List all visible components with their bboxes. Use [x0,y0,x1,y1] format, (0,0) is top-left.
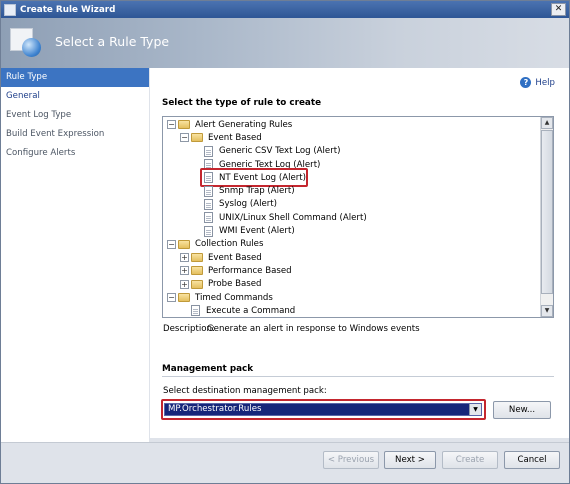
wizard-logo-icon [10,28,42,58]
window-app-icon [4,3,16,16]
tree-rows: − Alert Generating Rules − Event Based Gener… [163,118,541,317]
tree-row-label: WMI Event (Alert) [219,226,295,237]
tree-row[interactable]: − Collection Rules [163,238,541,251]
tree-row[interactable]: + Probe Based [163,278,541,291]
management-pack-selected-value: MP.Orchestrator.Rules [168,404,262,414]
tree-row[interactable]: + Event Based [163,251,541,264]
tree-row[interactable]: UNIX/Linux Shell Command (Alert) [163,211,541,224]
tree-row[interactable]: − Timed Commands [163,291,541,304]
expand-icon[interactable]: + [180,266,189,276]
nav-step-configure-alerts[interactable]: Configure Alerts [1,144,149,163]
new-management-pack-button[interactable]: New... [493,401,551,419]
collapse-icon[interactable]: − [180,133,189,143]
create-rule-wizard-window: Create Rule Wizard ✕ Select a Rule Type … [0,0,570,484]
cancel-button[interactable]: Cancel [504,451,560,469]
rule-document-icon [191,305,200,317]
folder-icon [191,133,203,143]
description-label: Description: [163,324,215,334]
tree-row[interactable]: Syslog (Alert) [163,198,541,211]
folder-icon [178,120,190,130]
help-link[interactable]: ? Help [520,77,555,88]
rule-type-section-title: Select the type of rule to create [162,98,322,108]
collapse-icon[interactable]: − [167,293,176,302]
expand-icon[interactable]: + [180,279,189,289]
tree-row-label: Syslog (Alert) [219,199,278,210]
rule-document-icon [204,225,213,237]
rule-document-icon [204,145,213,157]
scroll-thumb[interactable] [541,130,553,294]
tree-row[interactable]: Snmp Trap (Alert) [163,184,541,197]
tree-row[interactable]: − Alert Generating Rules [163,118,541,131]
tree-row-label: Alert Generating Rules [195,119,293,130]
tree-row-label: Event Based [208,252,262,263]
scroll-down-icon[interactable]: ▼ [541,305,553,317]
tree-row[interactable]: − Event Based [163,131,541,144]
close-icon[interactable]: ✕ [551,3,566,16]
folder-icon [191,279,203,289]
nav-step-build-event-expression[interactable]: Build Event Expression [1,125,149,144]
tree-row-label: Snmp Trap (Alert) [219,186,295,197]
folder-icon [191,266,203,276]
expand-icon[interactable]: + [180,253,189,263]
rule-document-icon [204,185,213,197]
description-text: Generate an alert in response to Windows… [207,324,420,334]
management-pack-section-title: Management pack [162,364,254,374]
collapse-icon[interactable]: − [167,120,176,130]
title-bar[interactable]: Create Rule Wizard ✕ [1,1,569,18]
tree-row-label: Timed Commands [195,292,273,303]
wizard-footer: < Previous Next > Create Cancel [1,442,569,483]
tree-row[interactable]: NT Event Log (Alert) [163,168,541,188]
nav-step-event-log-type[interactable]: Event Log Type [1,106,149,125]
nav-step-general[interactable]: General [1,87,149,106]
nav-step-rule-type[interactable]: Rule Type [1,68,149,87]
folder-icon [191,253,203,263]
window-title: Create Rule Wizard [20,4,116,15]
tree-row-label: Probe Based [208,279,262,290]
tree-row[interactable]: WMI Event (Alert) [163,224,541,237]
help-label: Help [535,77,555,88]
tree-row-label: Event Based [208,132,262,143]
management-pack-select-label: Select destination management pack: [163,386,327,396]
tree-row-label: UNIX/Linux Shell Command (Alert) [219,212,367,223]
help-icon: ? [520,77,532,88]
collapse-icon[interactable]: − [167,239,176,249]
rule-description: Description: Generate an alert in respon… [163,324,420,334]
folder-icon [178,239,190,249]
section-divider [162,376,554,377]
tree-row-label: Generic CSV Text Log (Alert) [219,146,341,157]
tree-row-label: Execute a Command [206,305,296,316]
previous-button[interactable]: < Previous [323,451,379,469]
wizard-steps-nav: Rule Type General Event Log Type Build E… [1,68,149,442]
tree-row[interactable]: + Performance Based [163,264,541,277]
page-title: Select a Rule Type [55,34,170,49]
create-button[interactable]: Create [442,451,498,469]
tree-scrollbar[interactable]: ▲ ▼ [540,117,553,317]
header-banner: Select a Rule Type [1,18,569,68]
main-panel: ? Help Select the type of rule to create… [150,68,569,438]
tree-row-label: Collection Rules [195,239,264,250]
rule-type-tree[interactable]: − Alert Generating Rules − Event Based Gener… [162,116,554,318]
folder-icon [178,293,190,302]
tree-row[interactable]: Execute a Command [163,304,541,317]
next-button[interactable]: Next > [384,451,436,469]
scroll-up-icon[interactable]: ▲ [541,117,553,129]
management-pack-dropdown[interactable]: MP.Orchestrator.Rules ▼ [164,403,482,416]
rule-document-icon [204,198,213,210]
rule-document-icon [204,212,213,224]
dropdown-arrow-icon[interactable]: ▼ [469,404,481,415]
tree-row[interactable]: Generic CSV Text Log (Alert) [163,145,541,158]
tree-row-label: Performance Based [208,265,292,276]
